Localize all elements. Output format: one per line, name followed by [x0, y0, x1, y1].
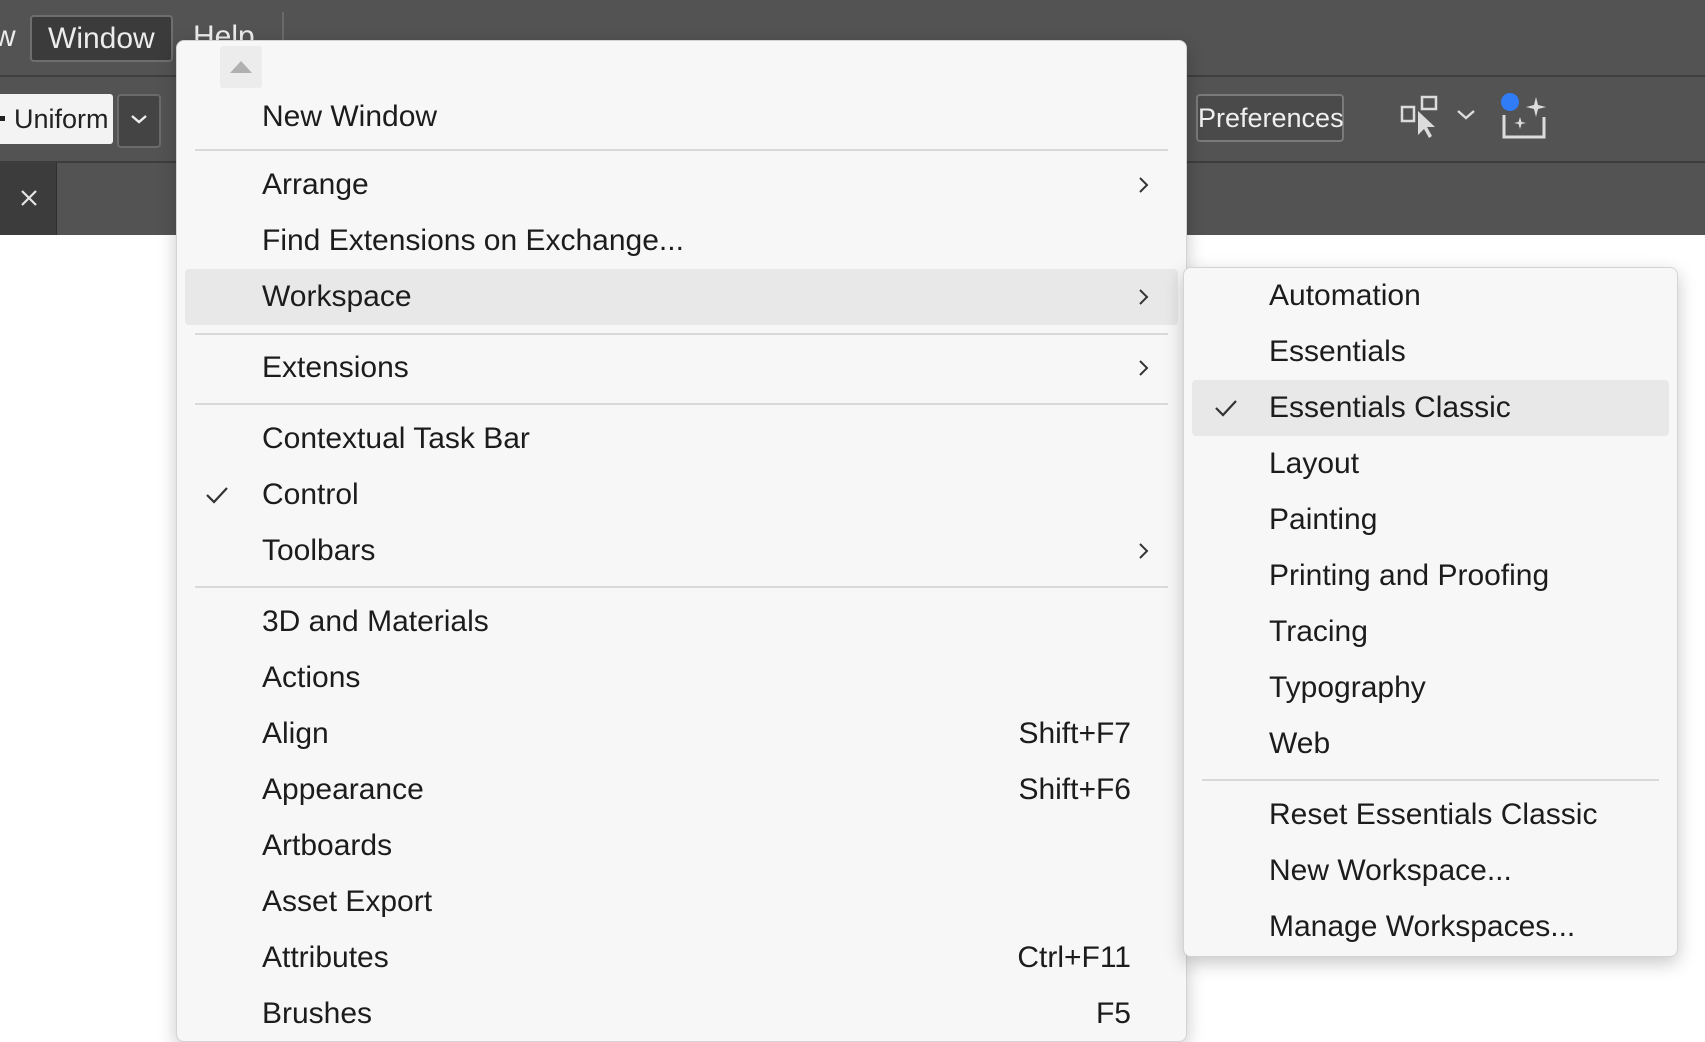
menu-separator — [1202, 779, 1659, 781]
menu-item-label: New Workspace... — [1269, 854, 1512, 887]
scroll-up-icon — [230, 61, 252, 73]
menu-separator — [195, 586, 1168, 588]
window-menu: New Window Arrange Find Extensions on Ex… — [176, 40, 1187, 1042]
menu-item-label: Toolbars — [262, 534, 376, 567]
menu-item-label: Extensions — [262, 351, 409, 384]
menu-item-label: Find Extensions on Exchange... — [262, 224, 684, 257]
menu-item-brushes[interactable]: Brushes F5 — [185, 986, 1178, 1042]
menu-item-label: Reset Essentials Classic — [1269, 798, 1598, 831]
scroll-up-button[interactable] — [220, 46, 262, 88]
workspace-submenu: Automation Essentials Essentials Classic… — [1183, 267, 1678, 957]
workspace-painting[interactable]: Painting — [1192, 492, 1669, 548]
menu-item-appearance[interactable]: Appearance Shift+F6 — [185, 762, 1178, 818]
workspace-layout[interactable]: Layout — [1192, 436, 1669, 492]
stroke-profile-dropdown[interactable] — [117, 94, 161, 148]
menu-item-new-window[interactable]: New Window — [185, 89, 1178, 145]
menu-item-shortcut: Shift+F6 — [1018, 773, 1131, 806]
menu-item-label: New Window — [262, 100, 438, 133]
generative-icon[interactable] — [1500, 91, 1552, 143]
menu-item-label: Layout — [1269, 447, 1360, 480]
close-tab-button[interactable] — [0, 163, 57, 235]
menu-item-label: Painting — [1269, 503, 1378, 536]
menu-item-toolbars[interactable]: Toolbars — [185, 523, 1178, 579]
workspace-printing-proofing[interactable]: Printing and Proofing — [1192, 548, 1669, 604]
menu-item-label: Attributes — [262, 941, 389, 974]
menu-item-label: Artboards — [262, 829, 393, 862]
menu-item-label: Essentials — [1269, 335, 1406, 368]
menu-item-contextual-task-bar[interactable]: Contextual Task Bar — [185, 411, 1178, 467]
menu-item-attributes[interactable]: Attributes Ctrl+F11 — [185, 930, 1178, 986]
profile-preview — [0, 116, 5, 121]
checkmark-icon — [1215, 400, 1237, 417]
menu-item-label: Contextual Task Bar — [262, 422, 530, 455]
menu-separator — [195, 403, 1168, 405]
stroke-profile-select[interactable]: Uniform — [0, 94, 113, 144]
menu-item-shortcut: Shift+F7 — [1018, 717, 1131, 750]
workspace-reset[interactable]: Reset Essentials Classic — [1192, 787, 1669, 843]
arrange-icon[interactable] — [1398, 93, 1446, 141]
menu-item-label: Workspace — [262, 280, 412, 313]
menu-item-label: Manage Workspaces... — [1269, 910, 1576, 943]
workspace-new[interactable]: New Workspace... — [1192, 843, 1669, 899]
menu-item-label: Actions — [262, 661, 361, 694]
menu-item-label: 3D and Materials — [262, 605, 489, 638]
menu-item-3d-materials[interactable]: 3D and Materials — [185, 594, 1178, 650]
menu-item-label: Tracing — [1269, 615, 1368, 648]
chevron-right-icon — [1139, 360, 1149, 376]
menu-item-label: Arrange — [262, 168, 369, 201]
menu-item-asset-export[interactable]: Asset Export — [185, 874, 1178, 930]
chevron-right-icon — [1139, 289, 1149, 305]
menu-item-label: Align — [262, 717, 329, 750]
menu-item-extensions[interactable]: Extensions — [185, 340, 1178, 396]
menu-item-arrange[interactable]: Arrange — [185, 157, 1178, 213]
menu-item-label: Web — [1269, 727, 1331, 760]
checkmark-icon — [206, 487, 228, 504]
workspace-manage[interactable]: Manage Workspaces... — [1192, 899, 1669, 955]
workspace-essentials[interactable]: Essentials — [1192, 324, 1669, 380]
menu-item-control[interactable]: Control — [185, 467, 1178, 523]
menu-item-actions[interactable]: Actions — [185, 650, 1178, 706]
chevron-right-icon — [1139, 543, 1149, 559]
menu-window[interactable]: Window — [30, 15, 173, 62]
chevron-right-icon — [1139, 177, 1149, 193]
workspace-web[interactable]: Web — [1192, 716, 1669, 772]
workspace-typography[interactable]: Typography — [1192, 660, 1669, 716]
menu-item-artboards[interactable]: Artboards — [185, 818, 1178, 874]
workspace-tracing[interactable]: Tracing — [1192, 604, 1669, 660]
close-icon — [21, 190, 37, 206]
menu-item-workspace[interactable]: Workspace — [185, 269, 1178, 325]
workspace-automation[interactable]: Automation — [1192, 268, 1669, 324]
workspace-essentials-classic[interactable]: Essentials Classic — [1192, 380, 1669, 436]
chevron-down-icon[interactable] — [1455, 107, 1477, 123]
menu-item-label: Appearance — [262, 773, 424, 806]
menu-separator — [195, 149, 1168, 151]
menu-item-label: Asset Export — [262, 885, 433, 918]
menu-item-label: Essentials Classic — [1269, 391, 1511, 424]
menu-item-shortcut: Ctrl+F11 — [1017, 941, 1131, 974]
menu-item-label: Brushes — [262, 997, 373, 1030]
stroke-profile-label: Uniform — [14, 104, 109, 134]
menu-item-label: Automation — [1269, 279, 1421, 312]
menu-view[interactable]: w — [0, 15, 16, 58]
menu-item-align[interactable]: Align Shift+F7 — [185, 706, 1178, 762]
chevron-down-icon — [131, 115, 147, 124]
preferences-button[interactable]: Preferences — [1196, 94, 1344, 142]
menu-item-label: Typography — [1269, 671, 1426, 704]
menu-item-shortcut: F5 — [1095, 997, 1131, 1030]
menu-separator — [195, 333, 1168, 335]
menu-item-label: Printing and Proofing — [1269, 559, 1550, 592]
menu-item-label: Control — [262, 478, 359, 511]
menu-item-find-extensions[interactable]: Find Extensions on Exchange... — [185, 213, 1178, 269]
